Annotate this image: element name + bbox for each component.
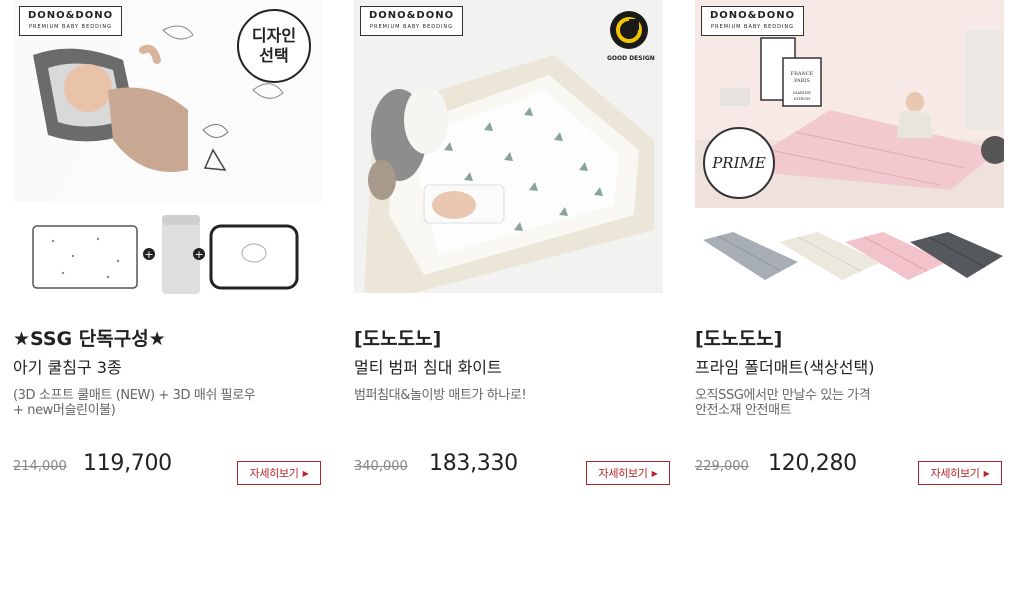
brand-tagline: PREMIUM BABY BEDDING	[711, 24, 795, 30]
arrow-right-icon: ▶	[302, 469, 309, 478]
view-details-button[interactable]: 자세히보기 ▶	[918, 461, 1002, 485]
prime-icon: PRIME	[703, 127, 775, 199]
product-card[interactable]: DONO&DONO PREMIUM BABY BEDDING GOOD DESI…	[354, 0, 670, 485]
product-description: (3D 소프트 쿨매트 (NEW) + 3D 매쉬 필로우 + new머슬린이불…	[13, 388, 256, 418]
svg-text:MARINE: MARINE	[793, 90, 811, 95]
brand-logo: DONO&DONO PREMIUM BABY BEDDING	[701, 6, 805, 36]
product-title-line1[interactable]: [도노도노]	[354, 324, 441, 351]
brand-name: DONO&DONO	[369, 10, 455, 21]
svg-text:FRANCE: FRANCE	[791, 71, 814, 77]
sale-price: 119,700	[83, 451, 172, 476]
product-photo[interactable]: DONO&DONO PREMIUM BABY BEDDING GOOD DESI…	[354, 0, 663, 293]
bedding-set-illustration: + +	[13, 211, 322, 301]
view-details-label: 자세히보기	[598, 467, 648, 480]
product-description: 범퍼침대&놀이방 매트가 하나로!	[354, 388, 527, 403]
brand-tagline: PREMIUM BABY BEDDING	[370, 24, 454, 30]
product-title-line1[interactable]: ★SSG 단독구성★	[13, 324, 166, 351]
product-title-line1[interactable]: [도노도노]	[695, 324, 782, 351]
good-design-icon: GOOD DESIGN	[607, 10, 655, 62]
product-title-line2[interactable]: 멀티 범퍼 침대 화이트	[354, 354, 502, 378]
view-details-button[interactable]: 자세히보기 ▶	[586, 461, 670, 485]
svg-text:+: +	[194, 248, 203, 261]
product-card[interactable]: FRANCE PARIS MARINE SITRON DONO&DONO PRE…	[695, 0, 1004, 485]
good-design-label: GOOD DESIGN	[607, 55, 655, 62]
view-details-label: 자세히보기	[249, 467, 299, 480]
design-choice-badge: 디자인 선택	[237, 9, 311, 83]
brand-logo: DONO&DONO PREMIUM BABY BEDDING	[360, 6, 464, 36]
svg-text:+: +	[144, 248, 153, 261]
sale-price: 120,280	[768, 451, 857, 476]
arrow-right-icon: ▶	[651, 469, 658, 478]
product-card[interactable]: DONO&DONO PREMIUM BABY BEDDING 디자인 선택 + …	[13, 0, 322, 485]
mat-color-options	[695, 218, 1004, 298]
product-title-line2[interactable]: 프라임 폴더매트(색상선택)	[695, 354, 875, 378]
product-photo[interactable]: FRANCE PARIS MARINE SITRON DONO&DONO PRE…	[695, 0, 1004, 208]
product-photo[interactable]: DONO&DONO PREMIUM BABY BEDDING 디자인 선택	[13, 0, 322, 202]
original-price: 340,000	[354, 459, 408, 474]
prime-label: PRIME	[712, 154, 766, 172]
brand-logo: DONO&DONO PREMIUM BABY BEDDING	[19, 6, 123, 36]
brand-tagline: PREMIUM BABY BEDDING	[29, 24, 113, 30]
svg-text:PARIS: PARIS	[794, 78, 810, 84]
original-price: 214,000	[13, 459, 67, 474]
brand-name: DONO&DONO	[710, 10, 796, 21]
mat-color-grey	[703, 232, 798, 280]
svg-text:SITRON: SITRON	[794, 96, 811, 101]
view-details-button[interactable]: 자세히보기 ▶	[237, 461, 321, 485]
view-details-label: 자세히보기	[930, 467, 980, 480]
original-price: 229,000	[695, 459, 749, 474]
plus-icon: +	[143, 248, 155, 261]
product-title-line2[interactable]: 아기 쿨침구 3종	[13, 354, 122, 378]
sale-price: 183,330	[429, 451, 518, 476]
product-description: 오직SSG에서만 만날수 있는 가격 안전소재 안전매트	[695, 388, 871, 418]
arrow-right-icon: ▶	[983, 469, 990, 478]
brand-name: DONO&DONO	[28, 10, 114, 21]
plus-icon: +	[193, 248, 205, 261]
